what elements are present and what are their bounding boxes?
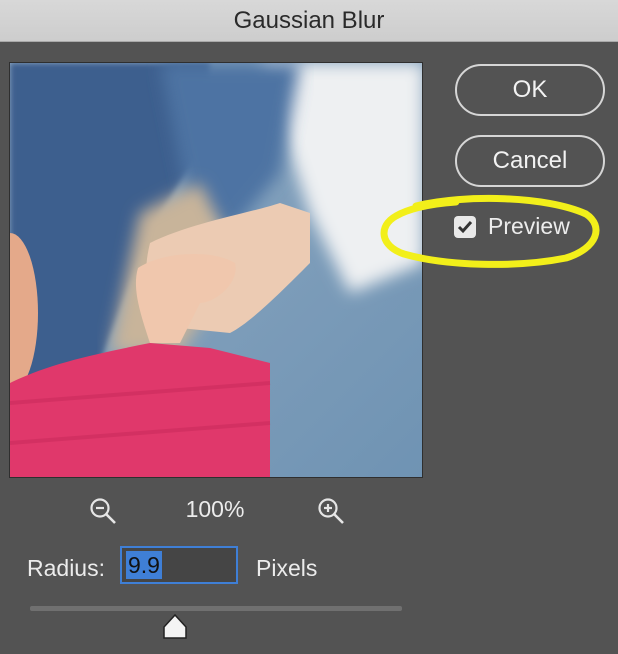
ok-button-label: OK <box>512 76 548 103</box>
dialog-title: Gaussian Blur <box>233 6 385 34</box>
preview-label: Preview <box>488 213 570 239</box>
cancel-button-label: Cancel <box>492 147 568 174</box>
radius-slider-track[interactable] <box>30 606 402 611</box>
zoom-out-icon[interactable] <box>88 496 118 526</box>
zoom-in-icon[interactable] <box>316 496 346 526</box>
radius-input[interactable]: 9.9 <box>120 546 238 584</box>
cancel-button[interactable]: Cancel <box>455 135 605 187</box>
ok-button[interactable]: OK <box>455 64 605 116</box>
zoom-level: 100% <box>185 496 245 522</box>
preview-toggle[interactable]: Preview <box>454 213 570 240</box>
radius-unit-label: Pixels <box>256 555 318 581</box>
checkmark-icon <box>457 220 473 233</box>
radius-slider-thumb[interactable] <box>162 614 188 640</box>
radius-label: Radius: <box>27 555 105 581</box>
radius-value: 9.9 <box>126 551 162 579</box>
preview-checkbox[interactable] <box>454 215 476 238</box>
zoom-controls: 100% <box>0 492 430 528</box>
preview-image[interactable] <box>9 62 423 478</box>
title-bar: Gaussian Blur <box>0 0 618 42</box>
